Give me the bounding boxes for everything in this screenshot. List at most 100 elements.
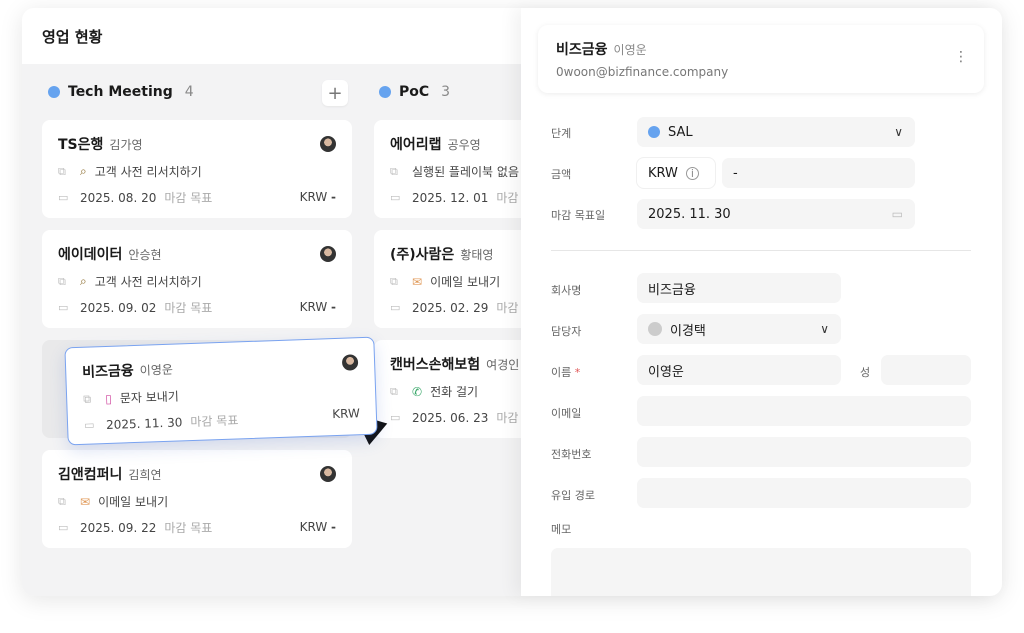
search-icon: ⌕: [80, 164, 87, 178]
playbook-icon: ⧉: [82, 392, 92, 406]
card-date: 2025. 12. 01: [412, 190, 489, 205]
column-title: Tech Meeting: [68, 84, 173, 100]
card-person: 김가영: [109, 138, 143, 152]
company-input[interactable]: 비즈금융: [637, 273, 841, 303]
calendar-icon: ▭: [390, 411, 401, 424]
avatar: [320, 136, 336, 152]
add-card-button[interactable]: +: [322, 80, 348, 106]
card-company: 에어리랩: [390, 137, 442, 153]
calendar-icon: ▭: [58, 521, 69, 534]
card-due-label: 마감 목표: [164, 301, 213, 315]
card-company: 비즈금융: [82, 363, 135, 381]
last-name-label: 성: [860, 366, 871, 379]
column-header-poc: PoC 3: [379, 84, 450, 100]
card-company: 캔버스손해보험: [390, 357, 481, 373]
playbook-icon: ⧉: [58, 494, 66, 508]
currency-select[interactable]: KRW i: [637, 158, 715, 188]
amount-label: 금액: [551, 168, 572, 181]
avatar: [320, 246, 336, 262]
more-menu-icon[interactable]: ⋮: [954, 49, 968, 65]
phone-mobile-icon: ▯: [104, 391, 113, 406]
stage-label: 단계: [551, 127, 572, 140]
card-currency: KRW: [332, 406, 361, 422]
card-company: (주)사람은: [390, 247, 455, 263]
playbook-icon: ⧉: [58, 164, 66, 178]
calendar-icon[interactable]: ▭: [892, 207, 903, 221]
stage-dot: [379, 86, 391, 98]
playbook-icon: ⧉: [390, 274, 398, 288]
card-action: 이메일 보내기: [430, 275, 501, 289]
deal-card[interactable]: 김앤컴퍼니 김희연 ⧉ ✉ 이메일 보내기 ▭ 2025. 09. 22 마감 목표 KR…: [42, 450, 352, 548]
card-amount: -: [331, 520, 336, 534]
detail-panel: 비즈금융 이영운 0woon@bizfinance.company ⋮ 단계 SA…: [521, 8, 1002, 596]
chevron-down-icon: ∨: [820, 322, 829, 336]
mail-icon: ✉: [80, 494, 91, 509]
card-amount: -: [331, 190, 336, 204]
card-date: 2025. 06. 23: [412, 410, 489, 425]
card-person: 김희연: [128, 468, 162, 482]
card-due-label: 마감 목표: [164, 521, 213, 535]
phone-label: 전화번호: [551, 448, 592, 461]
deal-card[interactable]: 에이데이터 안승현 ⧉ ⌕ 고객 사전 리서치하기 ▭ 2025. 09. 02 마감 목…: [42, 230, 352, 328]
calendar-icon: ▭: [390, 191, 401, 204]
source-input[interactable]: [637, 478, 971, 508]
detail-header: 비즈금융 이영운 0woon@bizfinance.company ⋮: [538, 25, 984, 93]
card-due-label: 마감 목표: [164, 191, 213, 205]
due-date-input[interactable]: 2025. 11. 30 ▭: [637, 199, 915, 229]
mail-icon: ✉: [412, 274, 423, 289]
playbook-icon: ⧉: [58, 274, 66, 288]
search-icon: ⌕: [80, 274, 87, 288]
detail-email: 0woon@bizfinance.company: [556, 65, 729, 79]
column-count: 4: [184, 84, 194, 100]
avatar: [320, 466, 336, 482]
stage-select[interactable]: SAL ∨: [637, 117, 915, 147]
deal-card[interactable]: TS은행 김가영 ⧉ ⌕ 고객 사전 리서치하기 ▭ 2025. 08. 20 마감 목표…: [42, 120, 352, 218]
source-label: 유입 경로: [551, 489, 595, 502]
owner-select[interactable]: 이경택 ∨: [637, 314, 841, 344]
memo-textarea[interactable]: [551, 548, 971, 596]
card-company: 김앤컴퍼니: [58, 467, 123, 483]
card-company: 에이데이터: [58, 247, 123, 263]
email-input[interactable]: [637, 396, 971, 426]
card-person: 황태영: [460, 248, 494, 262]
required-mark: *: [574, 366, 581, 379]
card-date: 2025. 02. 29: [412, 300, 489, 315]
card-date: 2025. 11. 30: [105, 414, 183, 432]
playbook-icon: ⧉: [390, 164, 398, 178]
detail-company: 비즈금융: [556, 42, 608, 58]
owner-label: 담당자: [551, 325, 582, 338]
card-company: TS은행: [58, 137, 104, 153]
card-currency: KRW: [299, 520, 328, 534]
card-action: 고객 사전 리서치하기: [94, 165, 202, 179]
stage-value: SAL: [668, 124, 693, 140]
first-name-input[interactable]: 이영운: [637, 355, 841, 385]
card-due-label: 마감: [496, 301, 519, 315]
amount-input[interactable]: -: [722, 158, 915, 188]
deal-card[interactable]: 비즈금융 이영운 ⧉ ▯ 문자 보내기 ▭ 2025. 11. 30 마감 목표 KRW: [64, 336, 378, 446]
phone-input[interactable]: [637, 437, 971, 467]
last-name-input[interactable]: [881, 355, 971, 385]
playbook-icon: ⧉: [390, 384, 398, 398]
column-header-tech-meeting: Tech Meeting 4: [48, 84, 194, 100]
calendar-icon: ▭: [83, 418, 95, 432]
card-action: 전화 걸기: [430, 385, 479, 399]
due-label: 마감 목표일: [551, 209, 606, 222]
card-person: 공우영: [447, 138, 481, 152]
card-currency: KRW: [299, 300, 328, 314]
chevron-down-icon: ∨: [894, 125, 903, 139]
card-action: 문자 보내기: [119, 389, 180, 406]
currency-value: KRW: [648, 165, 678, 181]
card-due-label: 마감 목표: [190, 413, 239, 430]
detail-person: 이영운: [613, 43, 647, 57]
column-count: 3: [441, 84, 451, 100]
column-title: PoC: [399, 84, 430, 100]
calendar-icon: ▭: [58, 301, 69, 314]
card-action: 이메일 보내기: [98, 495, 169, 509]
card-due-label: 마감: [496, 411, 519, 425]
card-action: 고객 사전 리서치하기: [94, 275, 202, 289]
company-label: 회사명: [551, 284, 582, 297]
email-label: 이메일: [551, 407, 582, 420]
card-person: 여경인: [486, 358, 520, 372]
stage-dot: [48, 86, 60, 98]
card-currency: KRW: [299, 190, 328, 204]
